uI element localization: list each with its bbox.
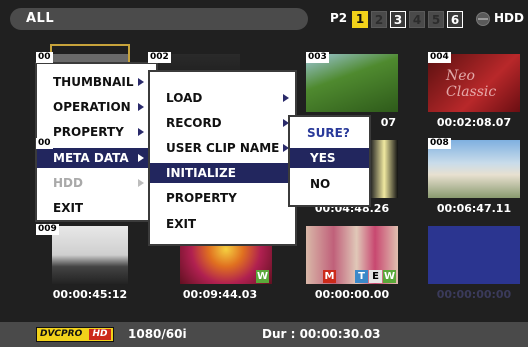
clip-number: 00 [36, 52, 53, 63]
folder-label: ALL [26, 11, 55, 26]
clip-image [428, 226, 520, 284]
top-bar: ALL P2 1 2 3 4 5 6 HDD [10, 8, 524, 30]
clip-thumbnail-screen: ALL P2 1 2 3 4 5 6 HDD 00 002 003 07 004… [0, 0, 528, 347]
clip-thumbnail-008[interactable]: 008 00:06:47.11 [428, 138, 520, 216]
confirm-no-label: NO [310, 177, 331, 191]
confirm-question: SURE? [290, 123, 369, 143]
clip-thumbnail-009[interactable]: 009 00:00:45:12 [36, 224, 128, 302]
menu-item-label: META DATA [53, 151, 129, 165]
menu-item-user-clip-name[interactable]: USER CLIP NAME [150, 138, 295, 158]
menu-item-thumbnail[interactable]: THUMBNAIL [37, 72, 156, 92]
clip-timecode: 00:09:44.03 [182, 288, 258, 301]
meta-data-submenu: LOAD RECORD USER CLIP NAME INITIALIZE PR… [148, 70, 297, 246]
clip-timecode: 00:00:00.00 [314, 288, 390, 301]
clip-timecode: 00:00:00:00 [436, 288, 512, 301]
chevron-right-icon [138, 103, 144, 111]
chevron-right-icon [138, 128, 144, 136]
clip-badge-m: M [323, 270, 336, 283]
menu-item-label: EXIT [166, 217, 197, 231]
initialize-confirm-menu: SURE? YES NO [288, 115, 371, 207]
clip-timecode: 00:02:08.07 [436, 116, 512, 129]
clip-timecode: 00:00:45:12 [52, 288, 128, 301]
main-menu: THUMBNAIL OPERATION PROPERTY META DATA H… [35, 62, 158, 222]
clip-number: 004 [428, 52, 451, 63]
folder-pill[interactable]: ALL [10, 8, 308, 30]
clip-number: 00 [36, 138, 53, 149]
confirm-yes-label: YES [310, 151, 336, 165]
slot-1-indicator[interactable]: 1 [352, 11, 368, 28]
clip-badge-w: W [256, 270, 269, 283]
menu-item-label: INITIALIZE [166, 166, 236, 180]
slot-5-indicator[interactable]: 5 [428, 11, 444, 28]
clip-number: 009 [36, 224, 59, 235]
menu-item-operation[interactable]: OPERATION [37, 97, 156, 117]
chevron-right-icon [283, 94, 289, 102]
clip-badge-t: T [355, 270, 368, 283]
confirm-yes-button[interactable]: YES [290, 148, 369, 168]
menu-item-hdd[interactable]: HDD [37, 173, 156, 193]
menu-item-label: LOAD [166, 91, 203, 105]
slot-3-indicator[interactable]: 3 [390, 11, 406, 28]
p2-label: P2 [330, 11, 348, 25]
clip-timecode: 00:06:47.11 [436, 202, 512, 215]
hdd-label: HDD [494, 11, 524, 25]
clip-number: 002 [148, 52, 171, 63]
clip-thumbnail-011[interactable]: M T E W 00:00:00.00 [306, 224, 398, 302]
menu-item-property[interactable]: PROPERTY [37, 122, 156, 142]
clip-thumbnail-012[interactable]: 00:00:00:00 [428, 224, 520, 302]
slot-4-indicator[interactable]: 4 [409, 11, 425, 28]
slot-2-indicator[interactable]: 2 [371, 11, 387, 28]
menu-item-meta-property[interactable]: PROPERTY [150, 188, 295, 208]
clip-image [52, 226, 128, 284]
menu-item-label: PROPERTY [53, 125, 124, 139]
clip-thumbnail-004[interactable]: 004 Neo Classic 00:02:08.07 [428, 52, 520, 130]
logo-hd: HD [89, 329, 111, 340]
menu-item-label: PROPERTY [166, 191, 237, 205]
menu-item-label: EXIT [53, 201, 84, 215]
selection-cursor [50, 44, 130, 64]
hdd-icon [476, 12, 490, 26]
menu-item-label: OPERATION [53, 100, 131, 114]
menu-item-load[interactable]: LOAD [150, 88, 295, 108]
clip-badge-w: W [383, 270, 396, 283]
menu-item-label: HDD [53, 176, 83, 190]
menu-item-label: USER CLIP NAME [166, 141, 280, 155]
video-format: 1080/60i [128, 327, 187, 341]
menu-item-meta-data[interactable]: META DATA [37, 148, 156, 168]
chevron-right-icon [138, 179, 144, 187]
menu-item-meta-exit[interactable]: EXIT [150, 214, 295, 234]
menu-item-initialize[interactable]: INITIALIZE [150, 163, 295, 183]
slot-6-indicator[interactable]: 6 [447, 11, 463, 28]
clip-duration: Dur : 00:00:30.03 [262, 327, 381, 341]
menu-item-record[interactable]: RECORD [150, 113, 295, 133]
confirm-question-label: SURE? [307, 126, 350, 140]
chevron-right-icon [138, 154, 144, 162]
menu-item-exit[interactable]: EXIT [37, 198, 156, 218]
clip-overlay-text: Neo Classic [446, 68, 497, 100]
logo-text: DVCPRO [40, 329, 83, 339]
menu-item-label: RECORD [166, 116, 222, 130]
chevron-right-icon [138, 78, 144, 86]
menu-item-label: THUMBNAIL [53, 75, 134, 89]
dvcpro-hd-logo: DVCPRO HD [36, 327, 114, 342]
clip-number: 003 [306, 52, 329, 63]
clip-badge-e: E [369, 270, 382, 283]
status-bar: DVCPRO HD 1080/60i Dur : 00:00:30.03 [0, 322, 528, 347]
clip-number: 008 [428, 138, 451, 149]
confirm-no-button[interactable]: NO [290, 174, 369, 194]
